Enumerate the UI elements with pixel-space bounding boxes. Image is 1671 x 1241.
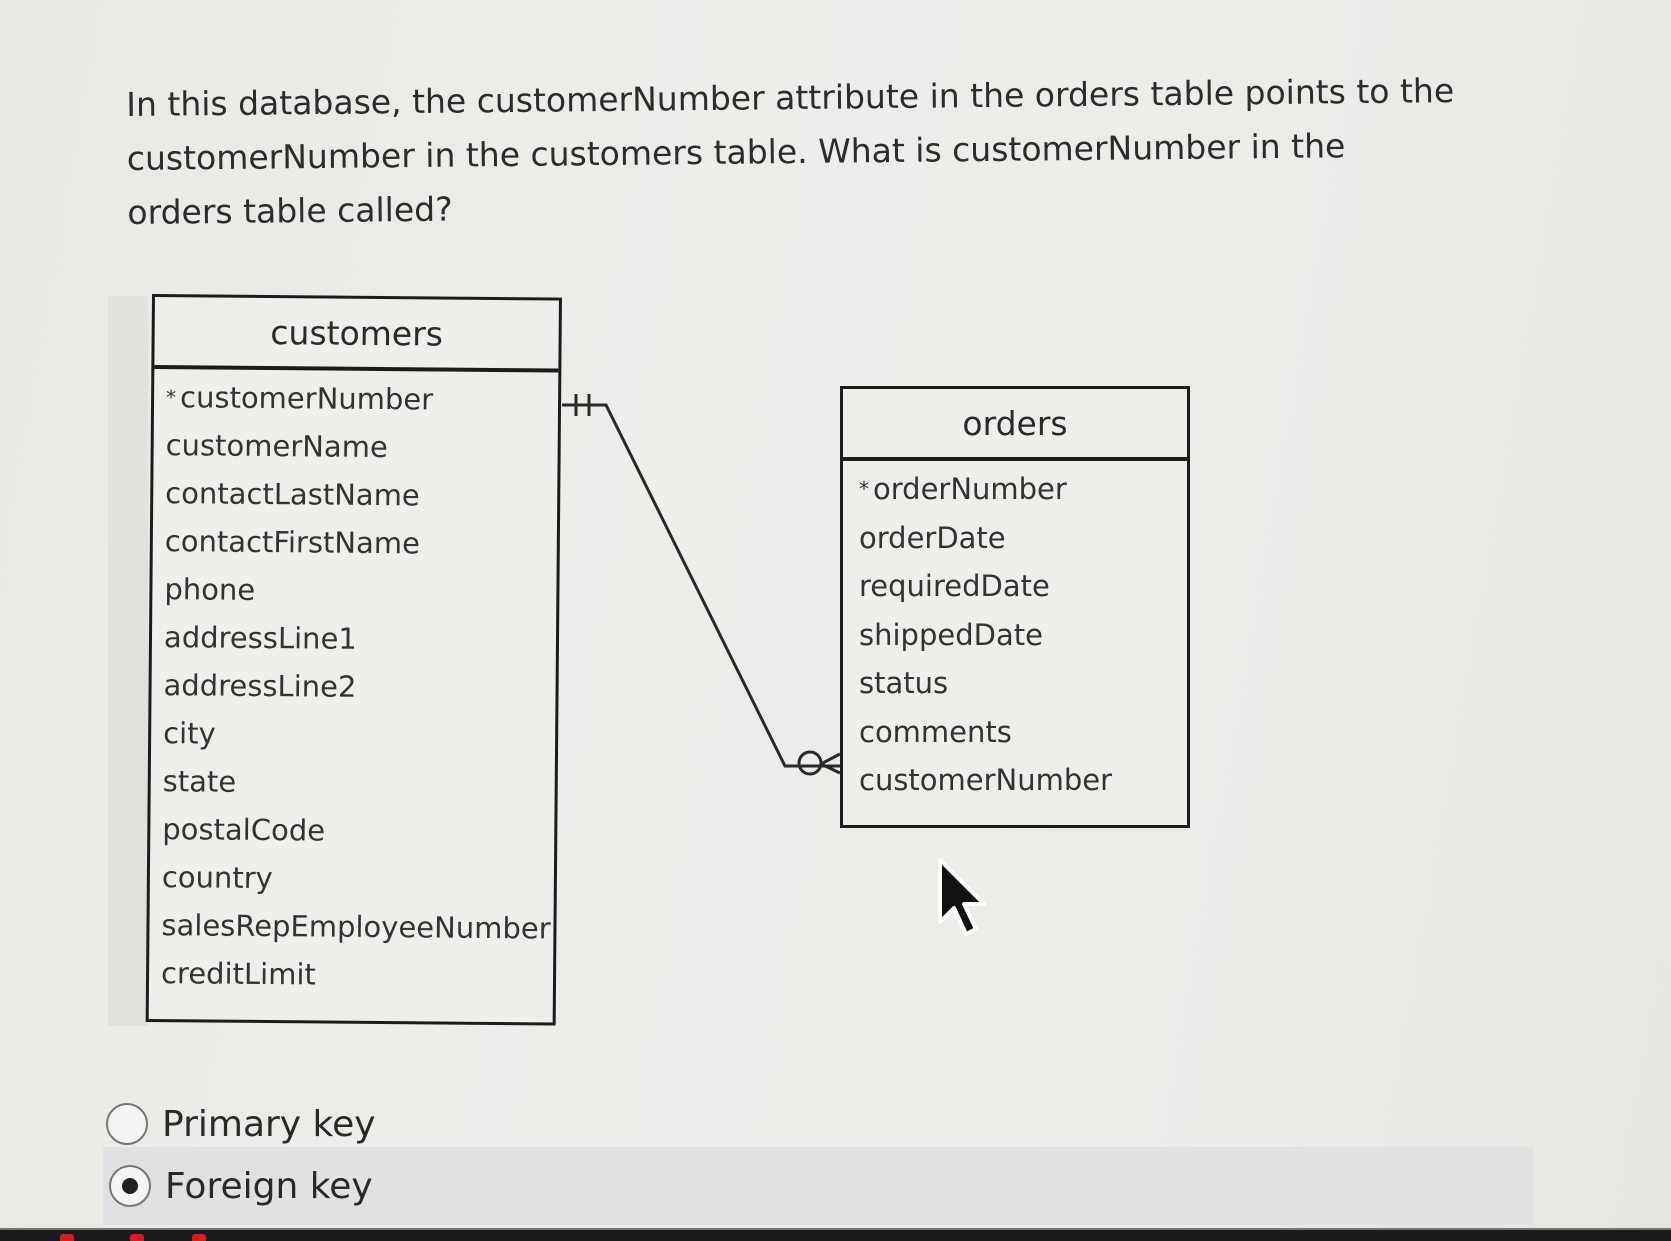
entity-title: orders bbox=[843, 389, 1187, 461]
field-name: shippedDate bbox=[859, 617, 1043, 652]
field-name: state bbox=[162, 764, 237, 799]
field-name: contactFirstName bbox=[164, 524, 421, 561]
field-name: country bbox=[161, 860, 273, 896]
screen-bottom-bezel bbox=[0, 1228, 1671, 1241]
field-row: contactFirstName bbox=[153, 517, 557, 569]
option-label: Foreign key bbox=[165, 1165, 373, 1207]
primary-key-marker-icon: * bbox=[859, 477, 869, 501]
field-row: customerName bbox=[153, 421, 557, 473]
diagram-shadow bbox=[108, 296, 148, 1026]
field-row: postalCode bbox=[150, 805, 554, 857]
field-name: addressLine1 bbox=[163, 620, 357, 656]
field-name: status bbox=[859, 666, 949, 700]
crows-foot-lower bbox=[820, 762, 841, 775]
field-row: orderDate bbox=[843, 514, 1187, 563]
customers-entity: customers * customerNumber customerName con… bbox=[145, 294, 562, 1026]
field-row: contactLastName bbox=[153, 469, 557, 521]
radio-selected[interactable] bbox=[109, 1165, 151, 1207]
entity-fields: * orderNumber orderDate requiredDate shipped… bbox=[843, 461, 1187, 805]
primary-key-marker-icon: * bbox=[165, 385, 177, 410]
field-name: customerNumber bbox=[859, 763, 1113, 797]
field-row: salesRepEmployeeNumber bbox=[149, 901, 553, 953]
field-name: comments bbox=[859, 714, 1012, 749]
field-row: state bbox=[151, 757, 555, 809]
arrow-cursor-icon bbox=[938, 858, 986, 936]
zero-optional-circle bbox=[797, 750, 823, 776]
radio-unselected[interactable] bbox=[106, 1103, 148, 1145]
field-row: * orderNumber bbox=[843, 465, 1187, 514]
relationship-line bbox=[562, 403, 840, 768]
field-name: addressLine2 bbox=[163, 668, 357, 704]
field-row: requiredDate bbox=[843, 562, 1187, 611]
radio-dot-icon bbox=[122, 1178, 138, 1194]
option-foreign-key[interactable]: Foreign key bbox=[103, 1147, 1533, 1225]
field-row: phone bbox=[152, 565, 556, 617]
field-row: comments bbox=[843, 708, 1187, 757]
field-row: customerNumber bbox=[843, 756, 1187, 805]
orders-entity: orders * orderNumber orderDate requiredDate… bbox=[840, 386, 1190, 828]
entity-title: customers bbox=[154, 297, 559, 373]
field-name: phone bbox=[164, 572, 256, 607]
field-row: addressLine2 bbox=[151, 661, 555, 713]
field-name: salesRepEmployeeNumber bbox=[161, 908, 551, 946]
field-row: shippedDate bbox=[843, 611, 1187, 660]
field-name: contactLastName bbox=[165, 476, 420, 513]
field-name: orderNumber bbox=[873, 472, 1067, 506]
field-row: addressLine1 bbox=[152, 613, 556, 665]
field-name: orderDate bbox=[859, 520, 1006, 555]
entity-fields: * customerNumber customerName contactLastNa… bbox=[149, 369, 558, 1001]
crows-foot-upper bbox=[820, 752, 841, 766]
field-row: creditLimit bbox=[149, 949, 553, 1001]
field-name: postalCode bbox=[162, 812, 326, 848]
field-row: status bbox=[843, 659, 1187, 708]
field-name: requiredDate bbox=[859, 569, 1050, 603]
field-name: customerNumber bbox=[179, 380, 434, 417]
indicator bbox=[192, 1234, 206, 1241]
indicator bbox=[130, 1234, 144, 1241]
field-name: creditLimit bbox=[160, 956, 317, 992]
field-row: city bbox=[151, 709, 555, 761]
field-row: country bbox=[150, 853, 554, 905]
option-label: Primary key bbox=[162, 1103, 376, 1145]
field-row: * customerNumber bbox=[154, 373, 558, 425]
field-name: city bbox=[163, 716, 216, 751]
field-name: customerName bbox=[165, 428, 388, 465]
er-diagram: customers * customerNumber customerName con… bbox=[0, 0, 1671, 1239]
indicator bbox=[60, 1234, 74, 1241]
